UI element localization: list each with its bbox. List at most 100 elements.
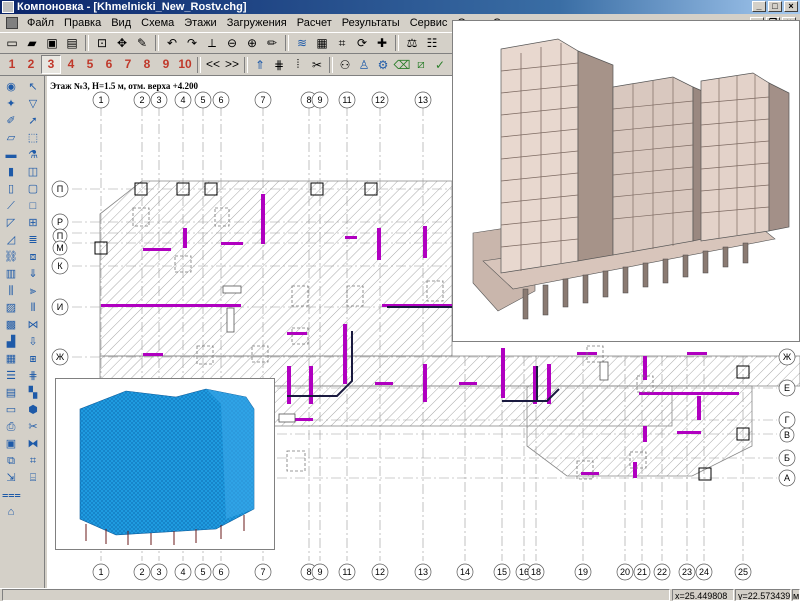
ramp-icon[interactable]: ◿	[2, 233, 20, 248]
layers-icon[interactable]: ≋	[293, 35, 311, 52]
floor-tab-1[interactable]: 1	[3, 56, 21, 73]
menu-loads[interactable]: Загружения	[222, 14, 292, 32]
cross-icon[interactable]: ✚	[373, 35, 391, 52]
floor-tab-10[interactable]: 10	[176, 56, 194, 73]
document-icon[interactable]	[6, 17, 18, 29]
menu-results[interactable]: Результаты	[337, 14, 405, 32]
stair-icon[interactable]: ⩶	[2, 488, 21, 503]
save-icon[interactable]: ▣	[43, 35, 61, 52]
window-icon[interactable]: ◫	[24, 165, 42, 180]
roof-icon[interactable]: ⌂	[2, 505, 20, 520]
diagonal-icon[interactable]: ⟋	[2, 199, 20, 214]
beam-grid-icon[interactable]: ⋕	[24, 369, 42, 384]
snap-icon[interactable]: ⌗	[333, 35, 351, 52]
new-file-icon[interactable]: ▭	[3, 35, 21, 52]
down-arrow-icon[interactable]: ⇓	[24, 267, 42, 282]
menu-service[interactable]: Сервис	[405, 14, 453, 32]
node-tool-icon[interactable]: ✦	[2, 97, 20, 112]
anchor-icon[interactable]: ⫸	[24, 284, 42, 299]
area-select-icon[interactable]: ⬚	[24, 131, 42, 146]
grid-cells-icon[interactable]: ⊞	[24, 216, 42, 231]
floor-tab-3[interactable]: 3	[41, 55, 61, 74]
node-icon[interactable]: ⟂	[203, 35, 221, 52]
load-icon[interactable]: ⚇	[336, 56, 354, 73]
shear-icon[interactable]: ⧄	[412, 56, 430, 73]
undo-icon[interactable]: ↶	[163, 35, 181, 52]
pointer-icon[interactable]: ➚	[24, 114, 42, 129]
layers-stack-icon[interactable]: ☰	[2, 369, 20, 384]
maximize-button[interactable]: □	[768, 1, 782, 12]
floor-tab-8[interactable]: 8	[138, 56, 156, 73]
section-icon[interactable]: ⧆	[24, 352, 42, 367]
eraser-icon[interactable]: ⌫	[393, 56, 411, 73]
scissors-tool-icon[interactable]: ✂	[24, 420, 42, 435]
floor-tab-4[interactable]: 4	[62, 56, 80, 73]
scissors-icon[interactable]: ✂	[308, 56, 326, 73]
pile-icon[interactable]: ⫼	[2, 284, 20, 299]
floor-tab-6[interactable]: 6	[100, 56, 118, 73]
next-floor-button[interactable]: >>	[223, 56, 241, 73]
grid-lines-icon[interactable]: ⋕	[270, 56, 288, 73]
rotate-icon[interactable]: ⟳	[353, 35, 371, 52]
opening-icon[interactable]: ▢	[24, 182, 42, 197]
slope-icon[interactable]: ◸	[2, 216, 20, 231]
funnel-icon[interactable]: ▽	[24, 97, 42, 112]
slab-region-east[interactable]	[526, 385, 753, 477]
slab-region-west[interactable]	[99, 180, 453, 357]
rect-icon[interactable]: □	[24, 199, 42, 214]
cursor-icon[interactable]: ↖	[24, 80, 42, 95]
vertical-grid-icon[interactable]: ⦙	[289, 56, 307, 73]
filter-icon[interactable]: ⚖	[403, 35, 421, 52]
building-3d-view[interactable]	[452, 20, 800, 342]
floor-tab-5[interactable]: 5	[81, 56, 99, 73]
beam-icon[interactable]: ▬	[2, 148, 20, 163]
view3d-icon[interactable]: ⬢	[24, 403, 42, 418]
export-icon[interactable]: ⇲	[2, 471, 20, 486]
ruler-icon[interactable]: ⌸	[24, 471, 42, 486]
floor-tab-2[interactable]: 2	[22, 56, 40, 73]
floor-tab-7[interactable]: 7	[119, 56, 137, 73]
open-file-icon[interactable]: ▰	[23, 35, 41, 52]
floor-plan-icon[interactable]: ⧈	[24, 250, 42, 265]
check-icon[interactable]: ✓	[431, 56, 449, 73]
bottle-icon[interactable]: ⚗	[24, 148, 42, 163]
save-tool-icon[interactable]: ▣	[2, 437, 20, 452]
zoom-in-icon[interactable]: ⊕	[243, 35, 261, 52]
crop-icon[interactable]: ⌗	[24, 454, 42, 469]
menu-view[interactable]: Вид	[106, 14, 136, 32]
person-icon[interactable]: ♙	[355, 56, 373, 73]
layout-icon[interactable]: ▚	[24, 386, 42, 401]
floor-tab-9[interactable]: 9	[157, 56, 175, 73]
hatch-icon[interactable]: ▨	[2, 301, 20, 316]
grid-block-icon[interactable]: ▦	[2, 352, 20, 367]
columns-icon[interactable]: ⫴	[24, 301, 42, 316]
menu-file[interactable]: Файл	[22, 14, 59, 32]
menu-scheme[interactable]: Схема	[136, 14, 179, 32]
menu-floors[interactable]: Этажи	[179, 14, 221, 32]
menu-calculation[interactable]: Расчет	[292, 14, 337, 32]
zoom-out-icon[interactable]: ⊖	[223, 35, 241, 52]
document-icon[interactable]: ▭	[2, 403, 20, 418]
minimize-button[interactable]: _	[752, 1, 766, 12]
redo-icon[interactable]: ↷	[183, 35, 201, 52]
fe-mesh-view[interactable]	[55, 378, 275, 550]
select-frame-icon[interactable]: ⊡	[93, 35, 111, 52]
view-eye-icon[interactable]: ◉	[2, 80, 20, 95]
slab-icon[interactable]: ▱	[2, 131, 20, 146]
move-icon[interactable]: ✥	[113, 35, 131, 52]
mesh-icon[interactable]: ⋈	[24, 318, 42, 333]
foundation-icon[interactable]: ▥	[2, 267, 20, 282]
print-tool-icon[interactable]: ⎙	[2, 420, 20, 435]
settings-icon[interactable]: ⚙	[374, 56, 392, 73]
table-view-icon[interactable]: ▤	[2, 386, 20, 401]
close-button[interactable]: ×	[784, 1, 798, 12]
print-icon[interactable]: ▤	[63, 35, 81, 52]
chain-icon[interactable]: ⛓	[2, 250, 20, 265]
menu-edit[interactable]: Правка	[59, 14, 106, 32]
table-icon[interactable]: ☷	[423, 35, 441, 52]
prev-floor-button[interactable]: <<	[204, 56, 222, 73]
frame-icon[interactable]: ▩	[2, 318, 20, 333]
slab-stack-icon[interactable]: ≣	[24, 233, 42, 248]
level-up-icon[interactable]: ⇑	[251, 56, 269, 73]
copy-icon[interactable]: ⧉	[2, 454, 20, 469]
